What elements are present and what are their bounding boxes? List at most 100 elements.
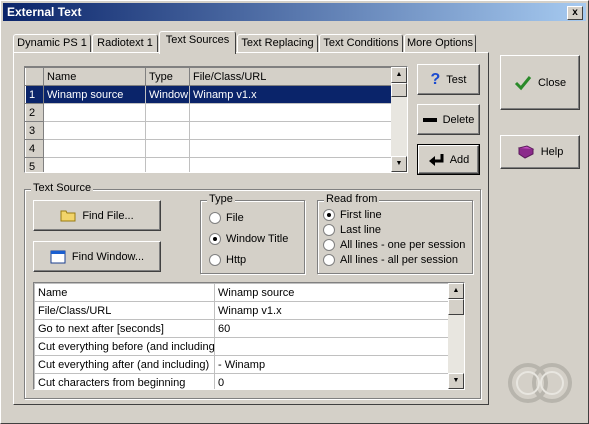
cell-name[interactable] [43,103,146,122]
help-book-icon [517,145,534,159]
table-row[interactable]: 2 [25,103,392,122]
radio-checked-icon [209,233,221,245]
text-sources-panel: Name Type File/Class/URL 1 Winamp source… [13,52,489,405]
cell-name[interactable] [43,121,146,140]
tab-more-options[interactable]: More Options [404,34,476,53]
find-file-button[interactable]: Find File... [33,200,161,231]
text-source-label: Text Source [31,182,94,194]
find-window-label: Find Window... [71,250,145,263]
radio-circle-icon [323,239,335,251]
scroll-down-arrow-icon[interactable]: ▼ [391,156,407,172]
test-button[interactable]: ? Test [417,64,480,95]
property-value-name[interactable]: Winamp source [214,283,449,302]
cell-url[interactable] [189,157,392,172]
properties-grid: Name Winamp source File/Class/URL Winamp v… [33,282,465,390]
tab-text-conditions[interactable]: Text Conditions [319,34,403,53]
window-title: External Text [7,5,82,19]
cell-url[interactable]: Winamp v1.x [189,85,392,104]
property-value-url[interactable]: Winamp v1.x [214,301,449,320]
window-icon [50,250,66,263]
radio-label: Http [226,254,247,266]
cell-url[interactable] [189,121,392,140]
checkmark-icon [514,75,532,90]
table-row[interactable]: 5 [25,157,392,172]
property-key: Cut everything before (and including) [34,337,215,356]
radio-label: File [226,212,244,224]
property-row: Go to next after [seconds] 60 [34,319,449,338]
help-button[interactable]: Help [500,135,580,169]
row-number: 2 [25,103,44,122]
type-radio-file[interactable]: File [209,212,244,224]
property-row: Name Winamp source [34,283,449,302]
minus-icon [422,117,437,122]
title-bar: External Text x [3,3,586,21]
property-key: Cut everything after (and including) [34,355,215,374]
cell-url[interactable] [189,139,392,158]
column-header-url[interactable]: File/Class/URL [189,67,392,86]
scroll-thumb[interactable] [391,83,407,97]
property-row: File/Class/URL Winamp v1.x [34,301,449,320]
scroll-up-arrow-icon[interactable]: ▲ [391,67,407,83]
cell-type[interactable] [145,103,190,122]
property-value-cut-after[interactable]: - Winamp [214,355,449,374]
scroll-thumb[interactable] [448,299,464,315]
cell-name[interactable]: Winamp source [43,85,146,104]
table-row[interactable]: 3 [25,121,392,140]
folder-icon [60,210,76,222]
cell-type[interactable] [145,139,190,158]
properties-scrollbar[interactable]: ▲ ▼ [448,283,464,389]
property-key: Go to next after [seconds] [34,319,215,338]
scroll-down-arrow-icon[interactable]: ▼ [448,373,464,389]
external-text-window: External Text x Dynamic PS 1 Radiotext 1… [0,0,589,424]
column-header-type[interactable]: Type [145,67,190,86]
sources-table: Name Type File/Class/URL 1 Winamp source… [24,66,408,173]
table-row[interactable]: 1 Winamp source Window Winamp v1.x [25,85,392,104]
delete-label: Delete [442,113,475,126]
table-row[interactable]: 4 [25,139,392,158]
close-label: Close [537,76,567,89]
cell-url[interactable] [189,103,392,122]
cell-type[interactable]: Window [145,85,190,104]
return-arrow-icon [428,153,444,166]
radio-label: All lines - one per session [340,239,466,251]
property-row: Cut characters from beginning 0 [34,373,449,389]
app-logo-icon [508,363,572,403]
property-row: Cut everything after (and including) - W… [34,355,449,374]
property-value-cut-chars[interactable]: 0 [214,373,449,389]
cell-name[interactable] [43,139,146,158]
radio-label: All lines - all per session [340,254,458,266]
column-header-name[interactable]: Name [43,67,146,86]
window-close-button[interactable]: x [567,6,583,20]
find-window-button[interactable]: Find Window... [33,241,161,272]
property-key: File/Class/URL [34,301,215,320]
close-button[interactable]: Close [500,55,580,110]
tab-text-sources[interactable]: Text Sources [159,31,236,54]
sources-scrollbar[interactable]: ▲ ▼ [391,67,407,172]
property-row: Cut everything before (and including) [34,337,449,356]
radio-circle-icon [209,212,221,224]
type-radio-http[interactable]: Http [209,254,246,266]
cell-type[interactable] [145,157,190,172]
cell-type[interactable] [145,121,190,140]
cell-name[interactable] [43,157,146,172]
read-radio-last-line[interactable]: Last line [323,224,381,236]
radio-label: First line [340,209,382,221]
read-radio-first-line[interactable]: First line [323,209,382,221]
radio-circle-icon [323,224,335,236]
tab-text-replacing[interactable]: Text Replacing [237,34,318,53]
property-value-next-after[interactable]: 60 [214,319,449,338]
property-value-cut-before[interactable] [214,337,449,356]
row-number: 5 [25,157,44,172]
read-radio-all-one[interactable]: All lines - one per session [323,239,465,251]
type-radio-window-title[interactable]: Window Title [209,233,288,245]
scroll-up-arrow-icon[interactable]: ▲ [448,283,464,299]
add-button[interactable]: Add [417,144,480,175]
delete-button[interactable]: Delete [417,104,480,135]
tab-dynamic-ps1[interactable]: Dynamic PS 1 [13,34,91,53]
tab-radiotext1[interactable]: Radiotext 1 [92,34,158,53]
radio-checked-icon [323,209,335,221]
read-radio-all-all[interactable]: All lines - all per session [323,254,458,266]
question-icon: ? [430,70,441,88]
radio-label: Last line [340,224,381,236]
help-label: Help [540,146,564,158]
